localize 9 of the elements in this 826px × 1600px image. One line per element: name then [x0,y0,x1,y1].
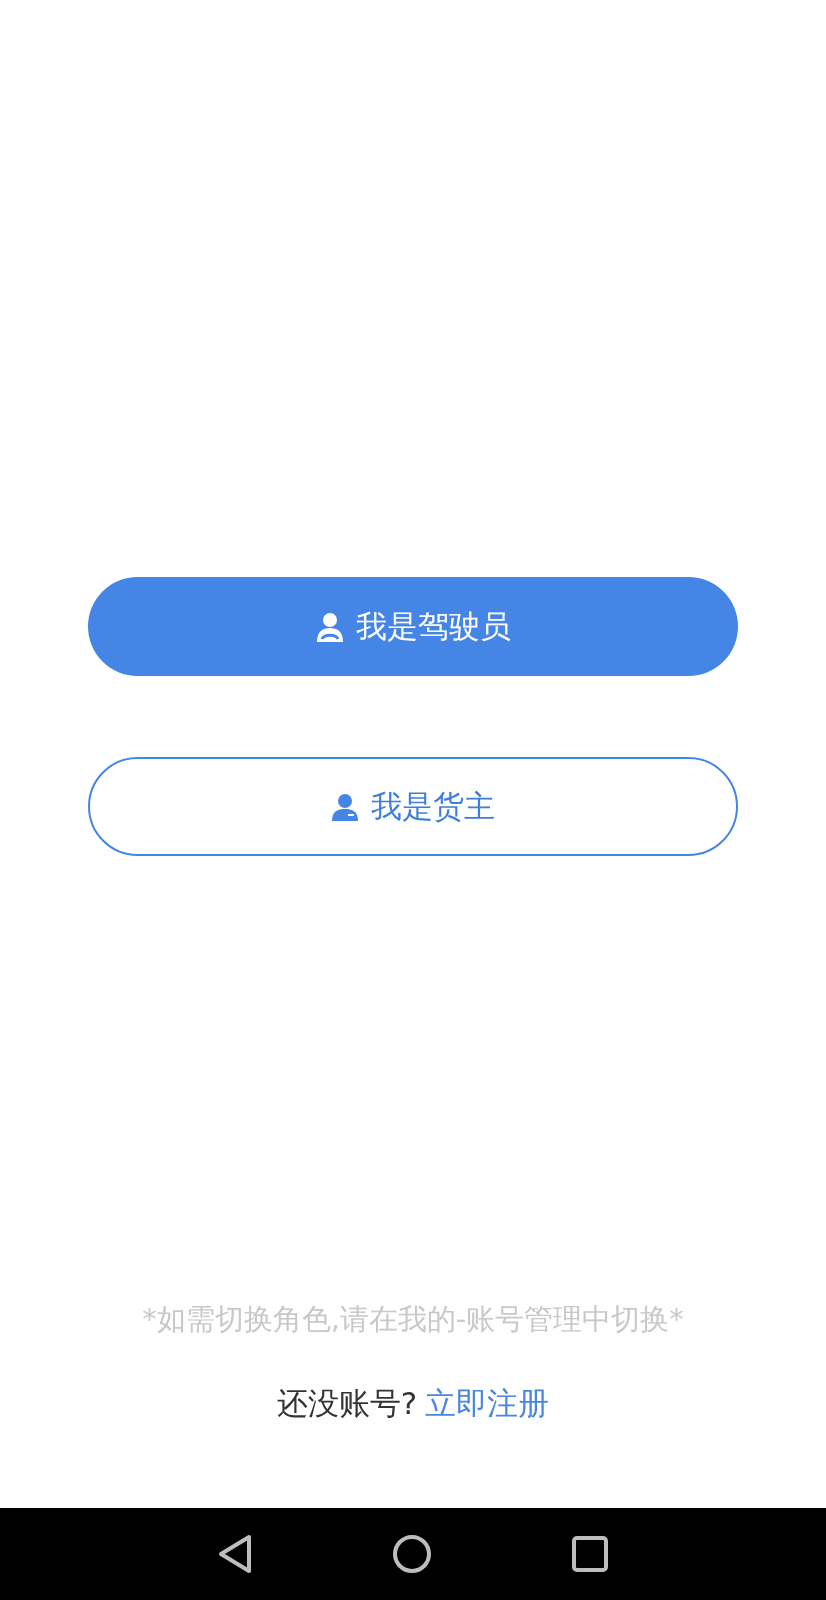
role-button[interactable]: 我是货主 [88,757,738,856]
back-icon[interactable] [218,1534,252,1574]
driver-icon [315,611,344,642]
role-button[interactable]: 我是驾驶员 [88,577,738,676]
recents-icon[interactable] [572,1536,608,1572]
home-icon[interactable] [392,1534,432,1574]
register-link[interactable]: 立即注册 [425,1383,550,1423]
person-icon [331,792,359,821]
register-prompt: 还没账号? [276,1384,418,1423]
